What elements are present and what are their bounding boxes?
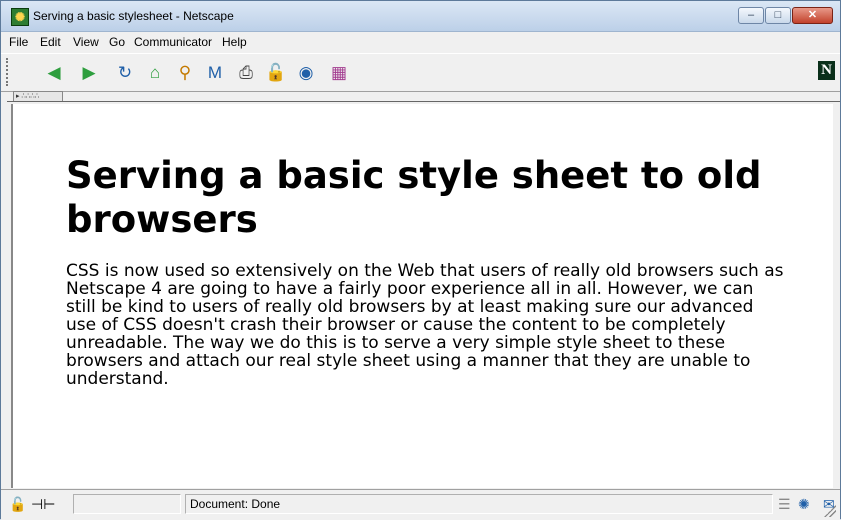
window-title: Serving a basic stylesheet - Netscape [33, 9, 234, 23]
menu-communicator[interactable]: Communicator [134, 35, 212, 49]
toolbar-divider [7, 101, 840, 102]
component-bar-grip-icon[interactable]: ☰ [778, 495, 791, 513]
security-lock-icon[interactable]: 🔓 [9, 495, 26, 513]
menu-file[interactable]: File [9, 35, 28, 49]
maximize-button[interactable]: □ [765, 7, 791, 24]
stop-icon[interactable]: ▦ [328, 62, 350, 84]
reload-icon[interactable]: ↻ [114, 62, 136, 84]
page-heading: Serving a basic style sheet to old brows… [66, 154, 762, 241]
search-icon[interactable]: ⚲ [174, 62, 196, 84]
navigation-toolbar: ◀ ▶ ↻ ⌂ ⚲ M ⎙ 🔓 ◉ ▦ N [1, 53, 840, 92]
page-paragraph: CSS is now used so extensively on the We… [66, 261, 784, 389]
status-text: Document: Done [185, 494, 773, 514]
browser-window: ✺ Serving a basic stylesheet - Netscape … [0, 0, 841, 520]
progress-cell [73, 494, 181, 514]
menu-view[interactable]: View [73, 35, 99, 49]
status-bar: 🔓 ⊣⊢ Document: Done ☰ ✺ ✉ [1, 489, 840, 520]
connection-icon[interactable]: ⊣⊢ [31, 495, 55, 513]
netscape-logo[interactable]: N [818, 61, 835, 80]
navigator-icon[interactable]: ✺ [798, 495, 810, 513]
netscape-app-icon: ✺ [11, 8, 29, 26]
shop-icon[interactable]: ◉ [295, 62, 317, 84]
title-bar[interactable]: ✺ Serving a basic stylesheet - Netscape … [1, 1, 840, 32]
resize-grip[interactable] [824, 505, 836, 517]
menu-help[interactable]: Help [222, 35, 247, 49]
menu-bar: File Edit View Go Communicator Help [1, 32, 840, 52]
home-icon[interactable]: ⌂ [144, 62, 166, 84]
security-icon[interactable]: 🔓 [265, 62, 287, 84]
menu-go[interactable]: Go [109, 35, 125, 49]
back-icon[interactable]: ◀ [43, 62, 65, 84]
close-button[interactable]: ✕ [792, 7, 833, 24]
forward-icon[interactable]: ▶ [78, 62, 100, 84]
my-netscape-icon[interactable]: M [204, 62, 226, 84]
toolbar-grip[interactable] [6, 58, 14, 86]
print-icon[interactable]: ⎙ [235, 62, 257, 84]
menu-edit[interactable]: Edit [40, 35, 61, 49]
page-content: Serving a basic style sheet to old brows… [11, 104, 833, 488]
minimize-button[interactable]: – [738, 7, 764, 24]
